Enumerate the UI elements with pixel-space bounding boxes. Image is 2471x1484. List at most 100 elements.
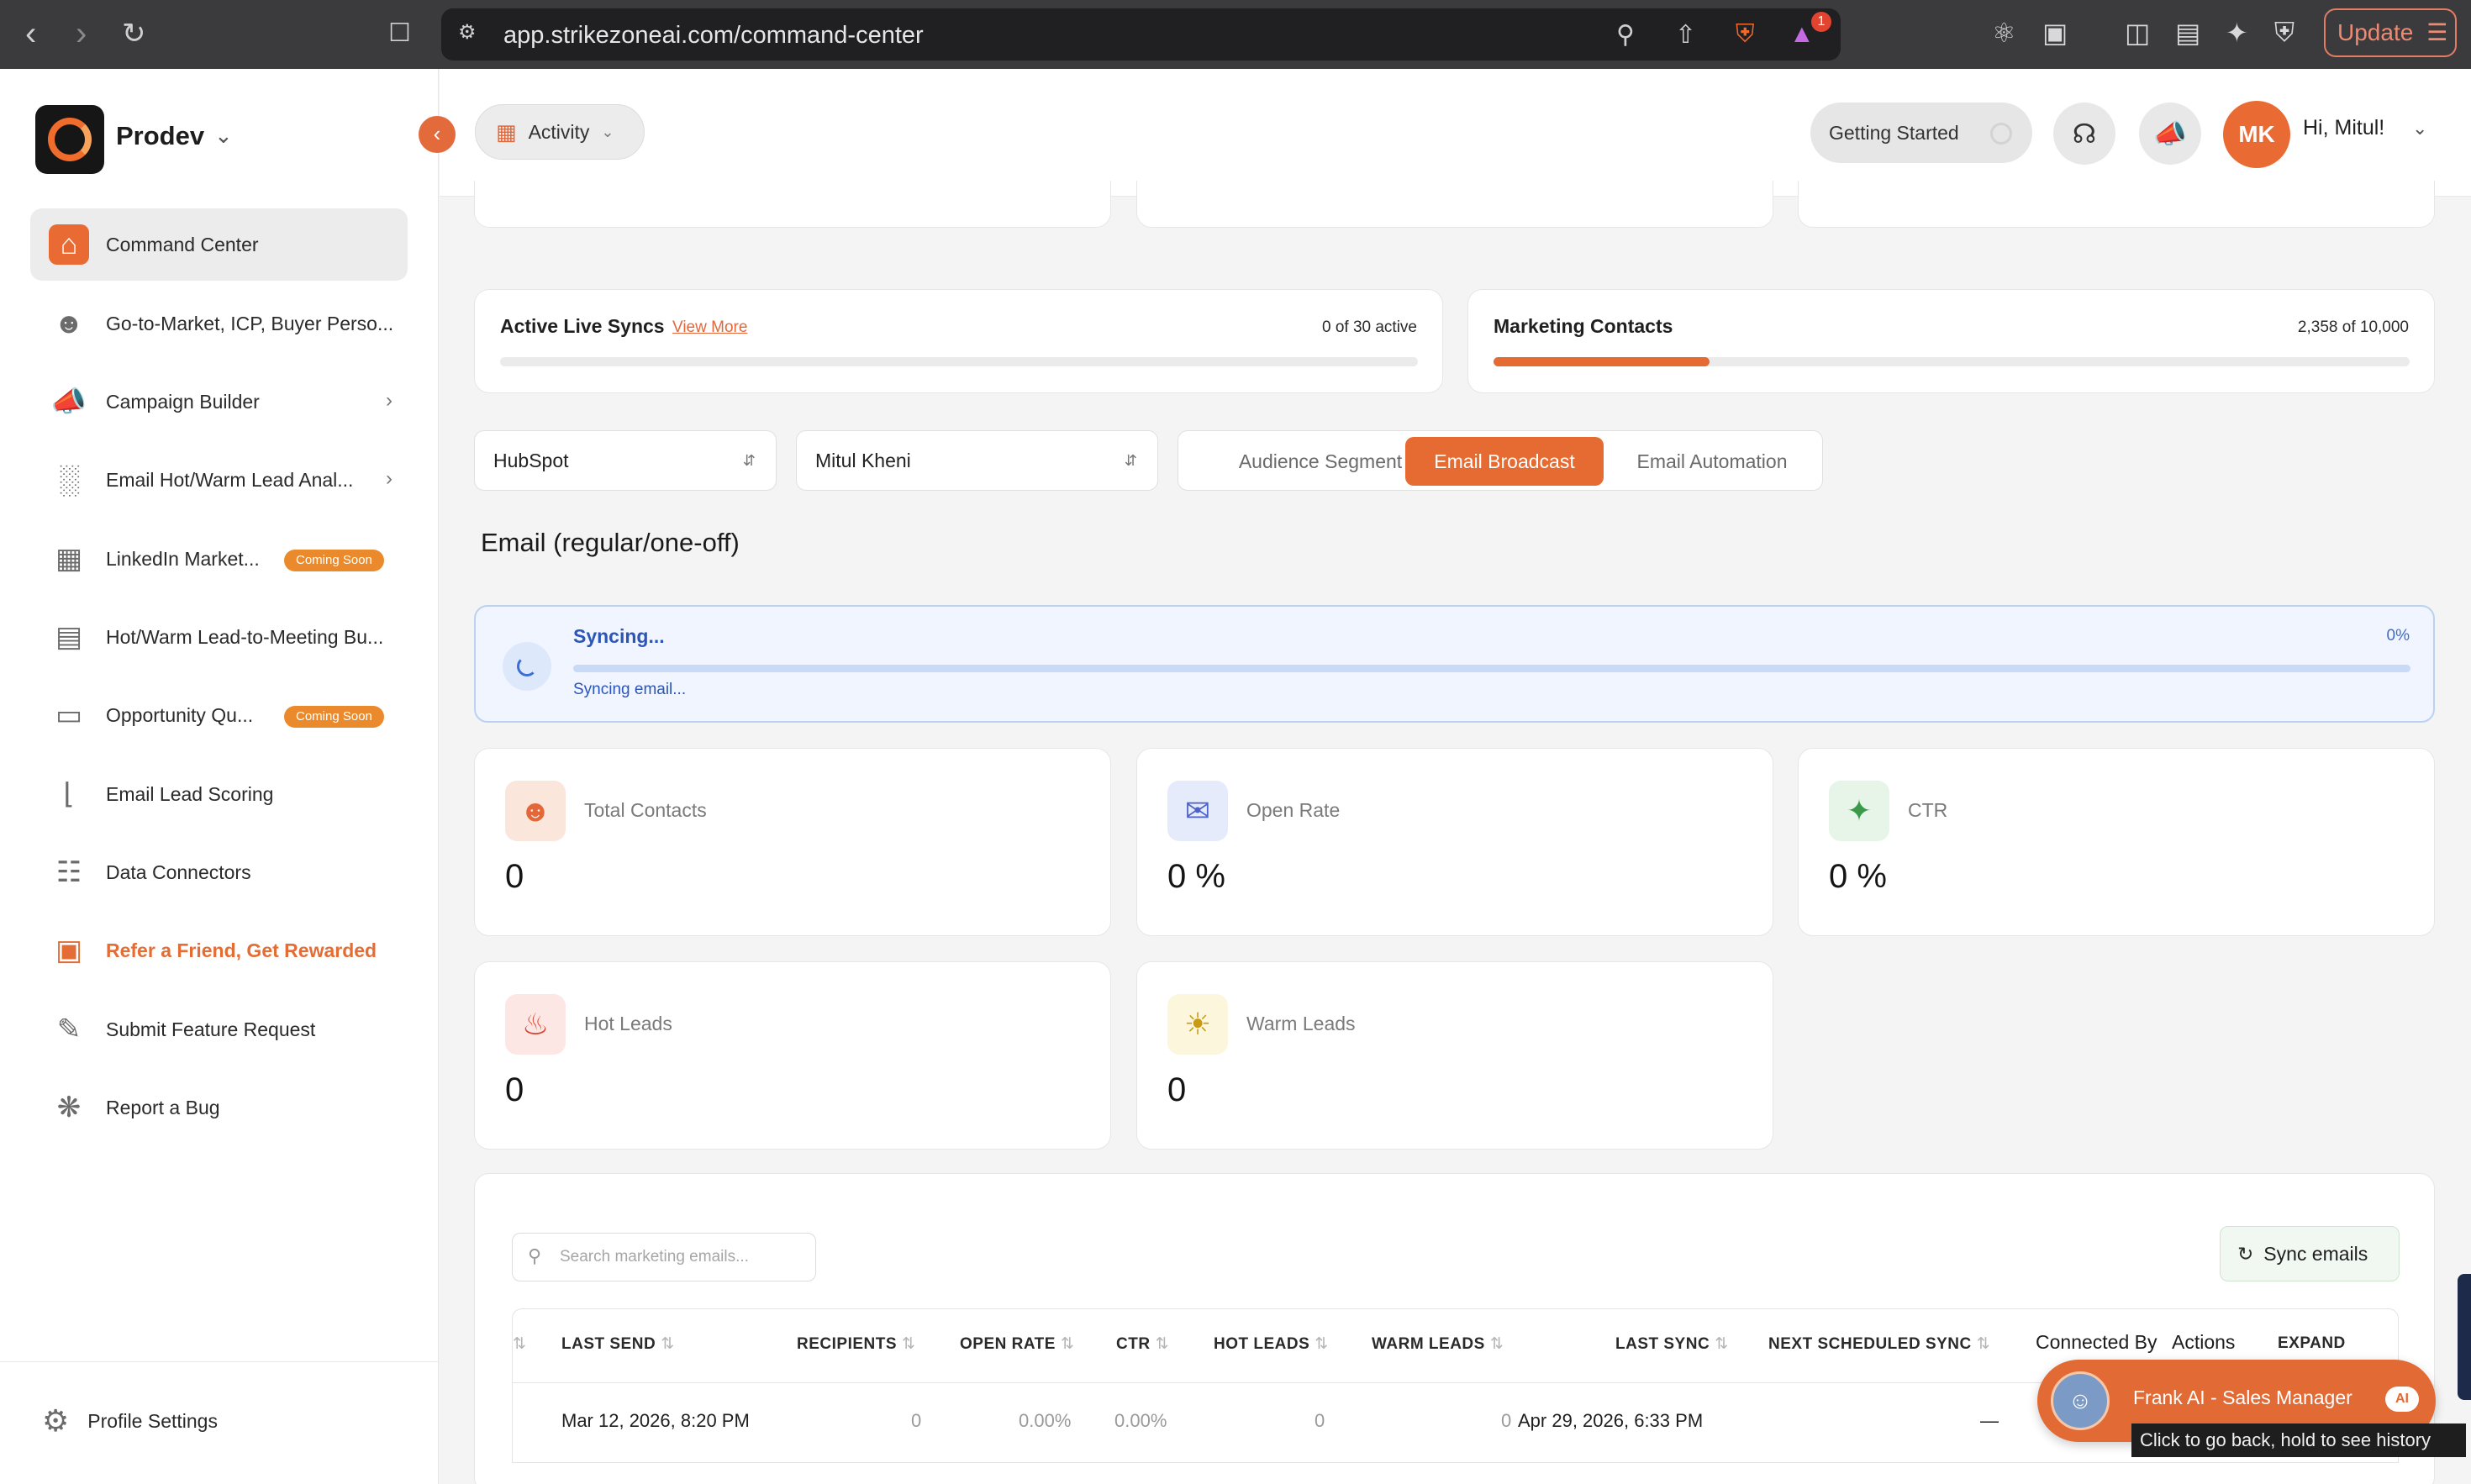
- tab-email-broadcast[interactable]: Email Broadcast: [1405, 437, 1604, 486]
- source-select[interactable]: HubSpot ⇵: [474, 430, 777, 491]
- avatar[interactable]: MK: [2223, 101, 2290, 168]
- sidebar-item-linkedin-marketing[interactable]: ▦ LinkedIn Market... Coming Soon: [30, 523, 408, 595]
- updown-icon: ⇵: [1124, 452, 1137, 469]
- wallet-icon[interactable]: ▤: [2175, 17, 2200, 49]
- divider: [0, 1361, 439, 1362]
- chevron-down-icon[interactable]: ⌄: [2412, 118, 2427, 139]
- sidebar-item-label: Submit Feature Request: [106, 1018, 316, 1040]
- chevron-down-icon: ⌄: [601, 123, 614, 140]
- live-syncs-progress-bar: [500, 357, 1418, 366]
- reload-icon[interactable]: ↻: [122, 15, 146, 52]
- chevron-right-icon: ›: [386, 389, 393, 412]
- sidebar-item-label: Data Connectors: [106, 860, 251, 883]
- sync-emails-button[interactable]: ↻ Sync emails: [2220, 1226, 2400, 1281]
- chevron-down-icon[interactable]: ⌄: [214, 123, 233, 149]
- sidebar-item-email-lead-analysis[interactable]: ░ Email Hot/Warm Lead Anal... ›: [30, 444, 408, 516]
- users-icon: ☻: [54, 307, 84, 339]
- sidebar-item-email-lead-scoring[interactable]: ⌊ Email Lead Scoring: [30, 758, 408, 830]
- brave-shield-icon[interactable]: ⛨: [1736, 20, 1755, 49]
- back-icon[interactable]: ‹: [25, 15, 36, 52]
- activity-label: Activity: [528, 120, 590, 143]
- view-more-link[interactable]: View More: [672, 318, 747, 337]
- support-button[interactable]: ☊: [2053, 103, 2115, 165]
- menu-icon: ☰: [2426, 19, 2448, 45]
- sidebar-item-label: Opportunity Qu...: [106, 703, 254, 726]
- activity-dropdown[interactable]: ▦ Activity ⌄: [475, 104, 645, 160]
- sidebar-item-label: Refer a Friend, Get Rewarded: [106, 939, 377, 961]
- column-last-send[interactable]: LAST SEND ⇅: [561, 1334, 675, 1354]
- owner-select[interactable]: Mitul Kheni ⇵: [796, 430, 1158, 491]
- reader-icon[interactable]: ▣: [2042, 17, 2068, 49]
- column-warm-leads[interactable]: WARM LEADS ⇅: [1372, 1334, 1504, 1354]
- extensions-icon[interactable]: ⚛: [1992, 17, 2016, 49]
- getting-started-label: Getting Started: [1829, 122, 1959, 144]
- sort-icon: ⇅: [1976, 1335, 1991, 1353]
- column-ctr[interactable]: CTR ⇅: [1116, 1334, 1169, 1354]
- calendar-icon: ▦: [496, 118, 517, 145]
- bug-icon: ❋: [56, 1092, 82, 1124]
- stat-value: 0: [1167, 1071, 1187, 1108]
- tab-email-automation[interactable]: Email Automation: [1607, 437, 1817, 486]
- share-icon[interactable]: ⇧: [1675, 20, 1696, 50]
- org-name[interactable]: Prodev: [116, 121, 204, 151]
- sidebar-item-lead-to-meeting[interactable]: ▤ Hot/Warm Lead-to-Meeting Bu...: [30, 601, 408, 673]
- url-text: app.strikezoneai.com/command-center: [503, 22, 924, 49]
- sidebar-item-feature-request[interactable]: ✎ Submit Feature Request: [30, 993, 408, 1066]
- grid-icon: ▦: [55, 543, 83, 575]
- stat-label: Warm Leads: [1246, 1013, 1356, 1034]
- search-field[interactable]: [560, 1244, 803, 1271]
- profile-settings-link[interactable]: ⚙ Profile Settings: [42, 1403, 218, 1439]
- cell-hot-leads: 0: [1315, 1410, 1325, 1431]
- sort-icon[interactable]: ⇅: [513, 1334, 526, 1354]
- sidebar-item-refer-friend[interactable]: ▣ Refer a Friend, Get Rewarded: [30, 914, 408, 987]
- bookmark-icon[interactable]: ☐: [388, 15, 411, 52]
- search-input[interactable]: ⚲: [512, 1233, 816, 1281]
- cell-warm-leads: 0: [1501, 1410, 1512, 1431]
- forward-icon[interactable]: ›: [76, 15, 87, 52]
- sidebar-item-label: Report a Bug: [106, 1096, 220, 1118]
- sync-status-title: Syncing...: [573, 625, 665, 647]
- zoom-icon[interactable]: ⚲: [1616, 20, 1635, 50]
- sidebar-item-opportunity[interactable]: ▭ Opportunity Qu... Coming Soon: [30, 679, 408, 751]
- leo-ai-icon[interactable]: ✦: [2226, 17, 2248, 49]
- updown-icon: ⇵: [742, 452, 756, 469]
- rewards-icon[interactable]: ▲: [1789, 20, 1815, 49]
- assistant-name: Frank AI - Sales Manager: [2133, 1387, 2352, 1408]
- headphones-icon: ☊: [2072, 118, 2097, 149]
- summary-card: [1136, 181, 1773, 228]
- gear-icon: ⚙: [42, 1403, 70, 1438]
- megaphone-icon: 📣: [50, 386, 87, 418]
- sidebar-item-data-connectors[interactable]: ☷ Data Connectors: [30, 836, 408, 908]
- announcements-button[interactable]: 📣: [2139, 103, 2201, 165]
- user-greeting[interactable]: Hi, Mitul!: [2303, 116, 2384, 140]
- brand-logo[interactable]: [35, 105, 104, 174]
- stat-value: 0 %: [1167, 858, 1225, 895]
- sidebar-item-label: Go-to-Market, ICP, Buyer Perso...: [106, 312, 394, 334]
- sidebar-item-report-bug[interactable]: ❋ Report a Bug: [30, 1071, 408, 1144]
- vpn-icon[interactable]: ⛨: [2274, 17, 2294, 49]
- edge-panel-tab[interactable]: [2458, 1274, 2471, 1400]
- column-last-sync[interactable]: LAST SYNC ⇅: [1615, 1334, 1729, 1354]
- sidebar-item-label: LinkedIn Market...: [106, 547, 260, 570]
- column-connected-by: Connected By: [2036, 1331, 2158, 1353]
- sidebar-item-campaign-builder[interactable]: 📣 Campaign Builder ›: [30, 366, 408, 438]
- column-recipients[interactable]: RECIPIENTS ⇅: [797, 1334, 915, 1354]
- address-bar[interactable]: ⚙ app.strikezoneai.com/command-center ⚲ …: [441, 8, 1841, 61]
- assistant-avatar: ☺: [2051, 1371, 2110, 1430]
- update-button[interactable]: Update ☰: [2324, 8, 2457, 57]
- column-open-rate[interactable]: OPEN RATE ⇅: [960, 1334, 1074, 1354]
- browser-toolbar: ‹ › ↻ ☐ ⚙ app.strikezoneai.com/command-c…: [0, 0, 2471, 69]
- sort-icon: ⇅: [902, 1335, 916, 1353]
- site-settings-icon[interactable]: ⚙: [458, 20, 477, 45]
- column-hot-leads[interactable]: HOT LEADS ⇅: [1214, 1334, 1329, 1354]
- collapse-sidebar-button[interactable]: ‹: [419, 116, 456, 153]
- stat-card-ctr: ✦ CTR 0 %: [1798, 748, 2435, 936]
- sidebar-item-command-center[interactable]: ⌂ Command Center: [30, 208, 408, 281]
- column-next-scheduled-sync[interactable]: NEXT SCHEDULED SYNC ⇅: [1768, 1334, 1990, 1354]
- getting-started-button[interactable]: Getting Started: [1810, 103, 2032, 163]
- cell-last-send: Mar 12, 2026, 8:20 PM: [561, 1410, 750, 1431]
- sidebar-item-go-to-market[interactable]: ☻ Go-to-Market, ICP, Buyer Perso...: [30, 287, 408, 360]
- sidebar-item-label: Email Lead Scoring: [106, 782, 274, 805]
- sidebar-item-label: Campaign Builder: [106, 390, 260, 413]
- sidebar-toggle-icon[interactable]: ◫: [2125, 17, 2150, 49]
